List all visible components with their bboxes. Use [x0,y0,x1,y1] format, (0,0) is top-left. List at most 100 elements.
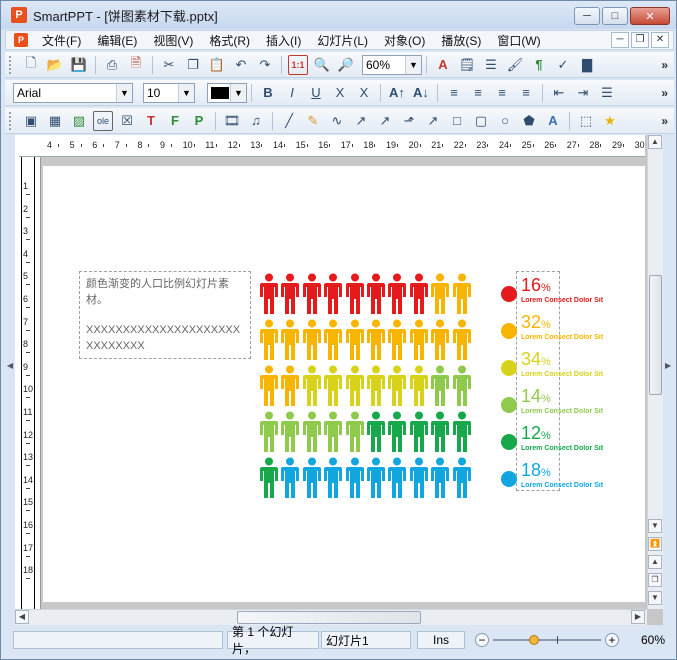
line-icon[interactable]: ╱ [279,111,299,131]
doc-close-button[interactable]: ✕ [651,32,669,48]
minimize-button[interactable]: ─ [574,7,600,25]
connector-icon[interactable]: ↗ [375,111,395,131]
image-icon[interactable]: ▨ [69,111,89,131]
font-name-select[interactable]: Arial ▼ [13,82,133,103]
font-color-select[interactable]: ▼ [207,82,247,103]
doc-minimize-button[interactable]: ─ [611,32,629,48]
movie-icon[interactable]: 🎞 [222,111,242,131]
legend-selection-box[interactable] [516,271,560,491]
print-icon[interactable]: ⎙ [102,55,122,75]
zoom-out-icon[interactable]: − [475,633,489,647]
menu-view[interactable]: 视图(V) [145,32,201,49]
clear-format-icon[interactable]: X [354,83,374,103]
menu-slide[interactable]: 幻灯片(L) [309,32,376,49]
star-icon[interactable]: ★ [600,111,620,131]
menu-insert[interactable]: 插入(I) [258,32,309,49]
chart-icon[interactable]: ▇ [577,55,597,75]
next-slide-icon[interactable]: ▼ [648,591,662,605]
copy-icon[interactable]: ❐ [183,55,203,75]
pen-icon[interactable]: ✎ [303,111,323,131]
close-button[interactable]: ✕ [630,7,670,25]
shrink-font-icon[interactable]: A↓ [411,83,431,103]
cross-shape-icon[interactable]: ☒ [117,111,137,131]
chevron-down-icon[interactable]: ▼ [116,83,132,102]
pilcrow-icon[interactable]: ¶ [529,55,549,75]
align-right-icon[interactable]: ≡ [492,83,512,103]
menu-window[interactable]: 窗口(W) [489,32,548,49]
ellipse-icon[interactable]: ○ [495,111,515,131]
zoom-select[interactable]: 60% ▼ [362,54,422,75]
zoom-in-icon[interactable]: + [605,633,619,647]
toolbar-overflow-icon[interactable]: » [661,86,668,100]
document-icon[interactable]: P [14,33,28,47]
zoom-icon[interactable]: 🔎 [336,55,356,75]
right-collapse-handle[interactable]: ▶ [665,361,673,391]
text-style-icon[interactable]: A [433,55,453,75]
insert-shape-icon[interactable]: F [165,111,185,131]
elbow-connector-icon[interactable]: ⬏ [399,111,419,131]
align-left-icon[interactable]: ≡ [444,83,464,103]
menu-format[interactable]: 格式(R) [201,32,258,49]
bullet-list-icon[interactable]: ☰ [597,83,617,103]
list-icon[interactable]: ☰ [481,55,501,75]
menu-edit[interactable]: 编辑(E) [89,32,145,49]
strikethrough-icon[interactable]: X [330,83,350,103]
cut-icon[interactable]: ✂ [159,55,179,75]
decrease-indent-icon[interactable]: ⇤ [549,83,569,103]
chevron-down-icon[interactable]: ▼ [405,55,421,74]
actual-size-icon[interactable]: 1:1 [288,54,308,75]
group-icon[interactable]: ⬚ [576,111,596,131]
menu-object[interactable]: 对象(O) [376,32,433,49]
scroll-up-icon[interactable]: ▲ [648,135,662,149]
toolbar-grip[interactable] [9,111,15,130]
toolbar-overflow-icon[interactable]: » [661,58,668,72]
rectangle-icon[interactable]: □ [447,111,467,131]
chevron-down-icon[interactable]: ▼ [230,83,246,102]
redo-icon[interactable]: ↷ [255,55,275,75]
paste-icon[interactable]: 📋 [207,55,227,75]
format-painter-icon[interactable]: 🖌 [505,55,525,75]
font-size-select[interactable]: 10 ▼ [143,82,195,103]
vertical-scrollbar[interactable]: ▲ ▼ ⏫ ▲ ❐ ▼ [647,135,663,609]
horizontal-scrollbar[interactable]: ◀ ▶ [15,609,647,625]
save-icon[interactable]: 💾 [69,55,89,75]
scroll-left-icon[interactable]: ◀ [15,610,29,624]
justify-icon[interactable]: ≡ [516,83,536,103]
curved-connector-icon[interactable]: ↗ [423,111,443,131]
export-pdf-icon[interactable]: 🗎 [126,55,146,75]
slide-list-icon[interactable]: ❐ [648,573,662,587]
title-text-icon[interactable]: T [141,111,161,131]
toolbar-overflow-icon[interactable]: » [661,114,668,128]
slide-textbox[interactable]: 颜色渐变的人口比例幻灯片素材。 XXXXXXXXXXXXXXXXXXXXXXXX… [79,271,251,359]
maximize-button[interactable]: □ [602,7,628,25]
open-folder-icon[interactable]: 📂 [45,55,65,75]
menu-play[interactable]: 播放(S) [433,32,489,49]
left-collapse-handle[interactable]: ◀ [7,361,15,391]
document-info-icon[interactable]: 🗒 [457,55,477,75]
zoom-slider-thumb[interactable] [529,635,539,645]
vertical-scroll-thumb[interactable] [649,275,662,395]
wordart-icon[interactable]: A [543,111,563,131]
align-center-icon[interactable]: ≡ [468,83,488,103]
rounded-rectangle-icon[interactable]: ▢ [471,111,491,131]
scroll-right-icon[interactable]: ▶ [631,610,645,624]
menu-file[interactable]: 文件(F) [34,32,89,49]
underline-icon[interactable]: U [306,83,326,103]
grow-font-icon[interactable]: A↑ [387,83,407,103]
first-slide-icon[interactable]: ⏫ [648,537,662,551]
chevron-down-icon[interactable]: ▼ [178,83,194,102]
new-file-icon[interactable]: 🗋 [21,55,41,75]
curve-icon[interactable]: ∿ [327,111,347,131]
shapes-icon[interactable]: ⬟ [519,111,539,131]
previous-slide-icon[interactable]: ▲ [648,555,662,569]
toolbar-grip[interactable] [9,55,15,74]
spell-check-icon[interactable]: ✓ [553,55,573,75]
ole-object-icon[interactable]: ole [93,110,113,131]
italic-icon[interactable]: I [282,83,302,103]
zoom-fit-icon[interactable]: 🔍 [312,55,332,75]
bold-icon[interactable]: B [258,83,278,103]
scroll-down-icon[interactable]: ▼ [648,519,662,533]
sound-icon[interactable]: ♫ [246,111,266,131]
undo-icon[interactable]: ↶ [231,55,251,75]
doc-restore-button[interactable]: ❐ [631,32,649,48]
